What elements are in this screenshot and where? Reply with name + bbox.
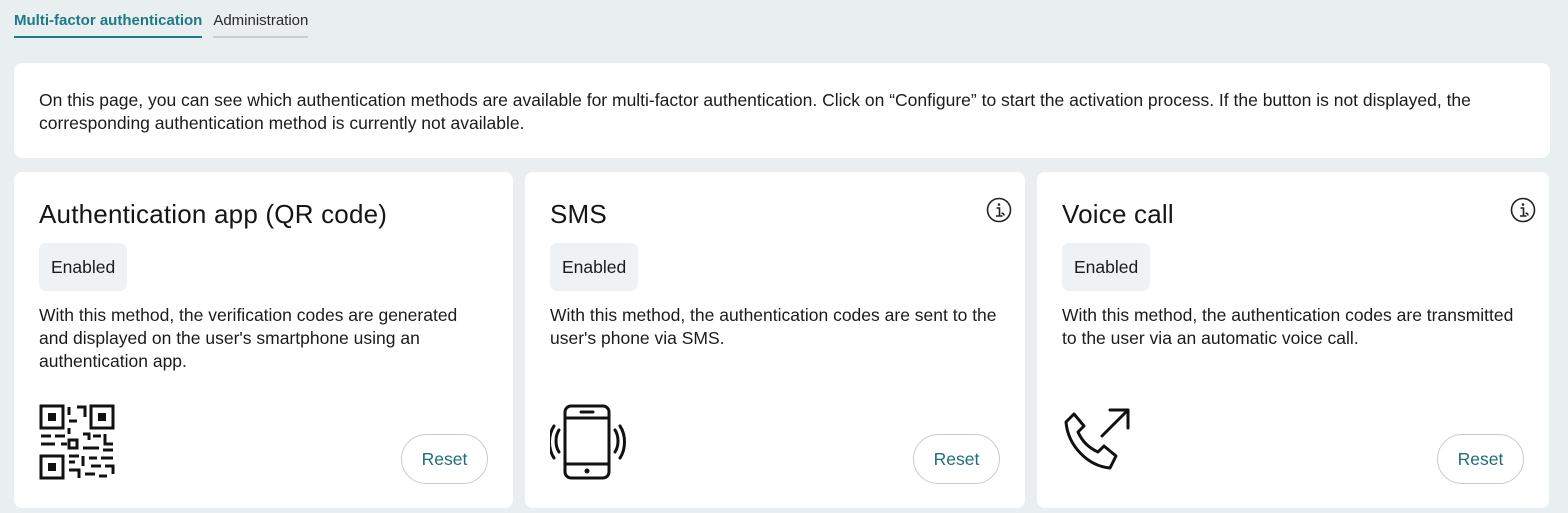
status-badge: Enabled bbox=[550, 243, 639, 291]
vibrating-phone-icon bbox=[550, 404, 626, 480]
tab-administration[interactable]: Administration bbox=[213, 0, 309, 38]
tab-multi-factor-authentication[interactable]: Multi-factor authentication bbox=[14, 0, 203, 38]
card-title: Voice call bbox=[1062, 199, 1174, 229]
reset-button[interactable]: Reset bbox=[401, 434, 488, 484]
intro-panel: On this page, you can see which authenti… bbox=[14, 63, 1550, 158]
card-title: Authentication app (QR code) bbox=[39, 199, 388, 229]
intro-text: On this page, you can see which authenti… bbox=[39, 90, 1471, 133]
qr-code-icon bbox=[39, 404, 115, 480]
info-icon[interactable] bbox=[1510, 197, 1536, 223]
outgoing-call-icon bbox=[1064, 408, 1130, 470]
reset-button[interactable]: Reset bbox=[1437, 434, 1524, 484]
card-sms: SMS Enabled With this method, the authen… bbox=[525, 172, 1025, 508]
status-badge: Enabled bbox=[1062, 243, 1151, 291]
card-description: With this method, the authentication cod… bbox=[550, 305, 997, 348]
info-icon[interactable] bbox=[986, 197, 1012, 223]
card-authentication-app: Authentication app (QR code) Enabled Wit… bbox=[14, 172, 513, 508]
status-badge: Enabled bbox=[39, 243, 128, 291]
reset-button[interactable]: Reset bbox=[913, 434, 1000, 484]
tab-bar: Multi-factor authentication Administrati… bbox=[14, 0, 309, 40]
card-description: With this method, the authentication cod… bbox=[1062, 305, 1514, 348]
card-description: With this method, the verification codes… bbox=[39, 305, 458, 371]
card-voice-call: Voice call Enabled With this method, the… bbox=[1037, 172, 1549, 508]
card-title: SMS bbox=[550, 199, 607, 229]
